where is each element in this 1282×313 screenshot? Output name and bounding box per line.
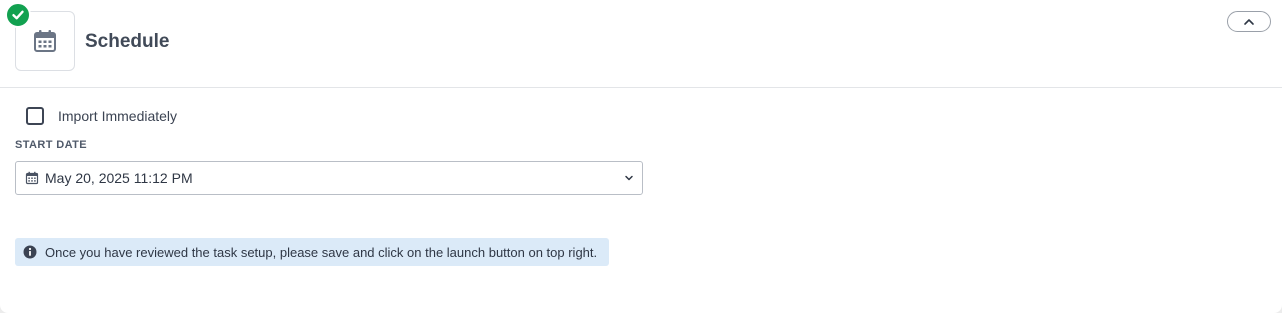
chevron-down-icon <box>624 173 634 183</box>
calendar-icon <box>32 28 58 54</box>
section-header: Schedule <box>0 0 1282 88</box>
info-notice: Once you have reviewed the task setup, p… <box>15 238 609 266</box>
start-date-picker[interactable]: May 20, 2025 11:12 PM <box>15 161 643 195</box>
collapse-button[interactable] <box>1227 11 1271 32</box>
complete-check-icon <box>5 2 31 28</box>
start-date-label: START DATE <box>15 139 88 151</box>
info-icon <box>23 245 37 259</box>
import-immediately-checkbox[interactable] <box>26 107 44 125</box>
import-immediately-row[interactable]: Import Immediately <box>26 106 177 126</box>
schedule-panel: Schedule Import Immediately START DATE M… <box>0 0 1282 313</box>
info-notice-text: Once you have reviewed the task setup, p… <box>45 244 598 260</box>
section-title: Schedule <box>85 31 170 52</box>
calendar-icon <box>25 171 39 185</box>
chevron-up-icon <box>1243 18 1255 26</box>
import-immediately-label[interactable]: Import Immediately <box>58 108 177 124</box>
start-date-value: May 20, 2025 11:12 PM <box>45 170 193 186</box>
